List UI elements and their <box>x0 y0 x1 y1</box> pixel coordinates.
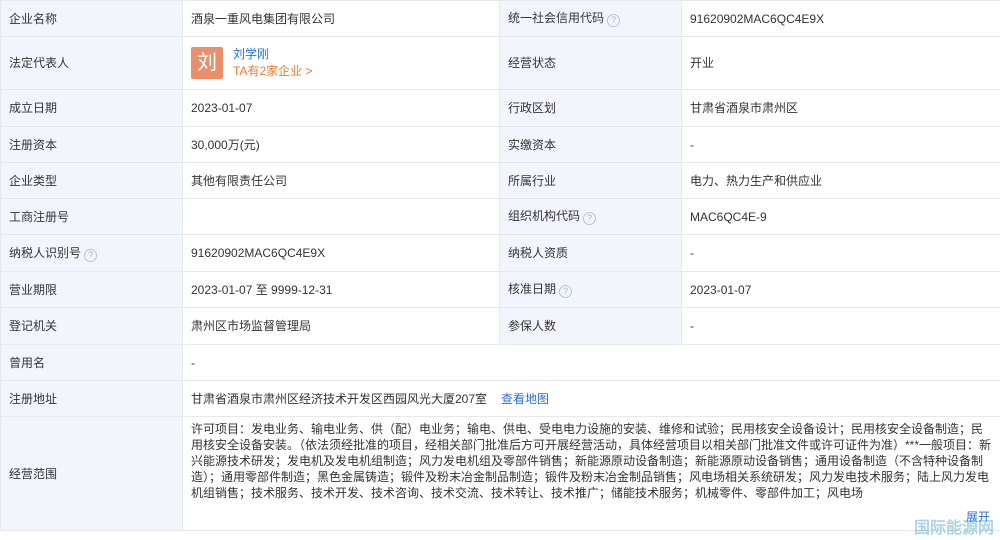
view-map-link[interactable]: 查看地图 <box>501 392 549 406</box>
value-credit-code: 91620902MAC6QC4E9X <box>681 0 1000 37</box>
label-status: 经营状态 <box>499 36 682 90</box>
label-industry: 所属行业 <box>499 162 682 199</box>
label-legal-rep: 法定代表人 <box>0 36 183 90</box>
watermark: 国际能源网 <box>913 520 994 537</box>
value-insured: - <box>681 307 1000 345</box>
value-company-type: 其他有限责任公司 <box>182 162 500 199</box>
value-term: 2023-01-07 至 9999-12-31 <box>182 271 500 308</box>
value-industry: 电力、热力生产和供应业 <box>681 162 1000 199</box>
question-circle-icon[interactable]: ? <box>583 212 597 225</box>
value-region: 甘肃省酒泉市肃州区 <box>681 89 1000 127</box>
question-circle-icon[interactable]: ? <box>559 285 573 298</box>
value-biz-reg-no <box>182 198 500 235</box>
row-term: 营业期限 2023-01-07 至 9999-12-31 核准日期? 2023-… <box>0 271 1000 308</box>
label-company-type: 企业类型 <box>0 162 183 199</box>
value-status: 开业 <box>681 36 1000 90</box>
row-established: 成立日期 2023-01-07 行政区划 甘肃省酒泉市肃州区 <box>0 89 1000 127</box>
label-biz-reg-no: 工商注册号 <box>0 198 183 235</box>
avatar: 刘 <box>191 47 223 79</box>
value-paid-capital: - <box>681 126 1000 163</box>
row-taxpayer: 纳税人识别号? 91620902MAC6QC4E9X 纳税人资质 - <box>0 234 1000 272</box>
label-address: 注册地址 <box>0 380 183 417</box>
label-term: 营业期限 <box>0 271 183 308</box>
label-scope: 经营范围 <box>0 416 183 531</box>
scope-text: 许可项目：发电业务、输电业务、供（配）电业务；输电、供电、受电电力设施的安装、维… <box>191 422 992 500</box>
label-former-name: 曾用名 <box>0 344 183 381</box>
legal-rep-companies-link[interactable]: TA有2家企业 > <box>233 63 312 80</box>
label-taxpayer-qual: 纳税人资质 <box>499 234 682 272</box>
question-circle-icon[interactable]: ? <box>84 248 98 262</box>
label-paid-capital: 实缴资本 <box>499 126 682 163</box>
value-taxpayer-qual: - <box>681 234 1000 272</box>
label-approval-date: 核准日期? <box>499 271 682 308</box>
value-taxpayer-id: 91620902MAC6QC4E9X <box>182 234 500 272</box>
company-info-table: 企业名称 酒泉一重风电集团有限公司 统一社会信用代码? 91620902MAC6… <box>0 0 1000 531</box>
row-address: 注册地址 甘肃省酒泉市肃州区经济技术开发区西园风光大厦207室 查看地图 <box>0 380 1000 417</box>
value-established: 2023-01-07 <box>182 89 500 127</box>
value-company-name: 酒泉一重风电集团有限公司 <box>182 0 500 37</box>
row-scope: 经营范围 许可项目：发电业务、输电业务、供（配）电业务；输电、供电、受电电力设施… <box>0 416 1000 531</box>
label-company-name: 企业名称 <box>0 0 183 37</box>
label-region: 行政区划 <box>499 89 682 127</box>
value-approval-date: 2023-01-07 <box>681 271 1000 308</box>
value-scope: 许可项目：发电业务、输电业务、供（配）电业务；输电、供电、受电电力设施的安装、维… <box>182 416 1000 531</box>
row-former-name: 曾用名 - <box>0 344 1000 381</box>
label-insured: 参保人数 <box>499 307 682 345</box>
row-legal-rep: 法定代表人 刘 刘学刚 TA有2家企业 > 经营状态 开业 <box>0 36 1000 90</box>
value-legal-rep: 刘 刘学刚 TA有2家企业 > <box>182 36 500 90</box>
row-biz-reg: 工商注册号 组织机构代码? MAC6QC4E-9 <box>0 198 1000 235</box>
value-former-name: - <box>182 344 1000 381</box>
value-reg-capital: 30,000万(元) <box>182 126 500 163</box>
legal-rep-name-link[interactable]: 刘学刚 <box>233 46 312 63</box>
label-established: 成立日期 <box>0 89 183 127</box>
row-authority: 登记机关 肃州区市场监督管理局 参保人数 - <box>0 307 1000 345</box>
label-reg-authority: 登记机关 <box>0 307 183 345</box>
label-credit-code: 统一社会信用代码? <box>499 0 682 37</box>
value-org-code: MAC6QC4E-9 <box>681 198 1000 235</box>
row-company-type: 企业类型 其他有限责任公司 所属行业 电力、热力生产和供应业 <box>0 162 1000 199</box>
label-org-code: 组织机构代码? <box>499 198 682 235</box>
question-circle-icon[interactable]: ? <box>607 14 621 27</box>
label-reg-capital: 注册资本 <box>0 126 183 163</box>
value-reg-authority: 肃州区市场监督管理局 <box>182 307 500 345</box>
value-address: 甘肃省酒泉市肃州区经济技术开发区西园风光大厦207室 查看地图 <box>182 380 1000 417</box>
label-taxpayer-id: 纳税人识别号? <box>0 234 183 272</box>
row-company-name: 企业名称 酒泉一重风电集团有限公司 统一社会信用代码? 91620902MAC6… <box>0 0 1000 37</box>
row-capital: 注册资本 30,000万(元) 实缴资本 - <box>0 126 1000 163</box>
